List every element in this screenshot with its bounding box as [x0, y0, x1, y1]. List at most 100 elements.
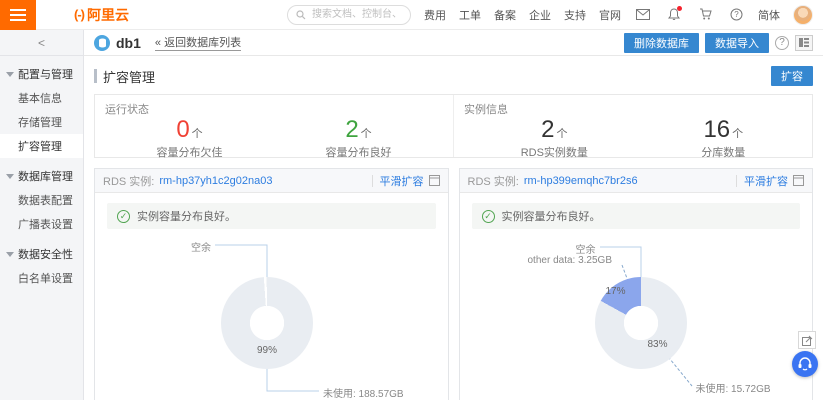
stat-label: 分库数量: [701, 144, 745, 160]
title-row: 扩容管理 扩容: [94, 66, 813, 86]
avatar[interactable]: [793, 5, 813, 25]
instance-label: RDS 实例:: [103, 173, 154, 189]
label-unused: 未使用: 15.72GB: [696, 380, 771, 395]
nav-enterprise[interactable]: 企业: [529, 7, 551, 23]
card-header: RDS 实例: rm-hp399emqhc7br2s6 平滑扩容: [460, 169, 813, 193]
caret-down-icon: [6, 174, 14, 179]
rds-instance-card-1: RDS 实例: rm-hp37yh1c2g02na03 平滑扩容 ✓ 实例容量分…: [94, 168, 449, 400]
sidebar-section-database-header[interactable]: 数据库管理: [0, 164, 83, 188]
label-free: 空余: [191, 239, 211, 254]
page-body: 扩容管理 扩容 运行状态 0个 容量分布欠佳 2个 容量分布良好: [84, 56, 823, 400]
title-accent-bar: [94, 69, 97, 83]
stat-capacity-poor: 0个 容量分布欠佳: [157, 117, 223, 160]
chevron-left-icon: <: [38, 36, 45, 50]
sidebar-item-storage-mgmt[interactable]: 存储管理: [0, 110, 83, 134]
db-header: db1 « 返回数据库列表 删除数据库 数据导入 ?: [84, 30, 823, 56]
instance-id-link[interactable]: rm-hp37yh1c2g02na03: [159, 175, 272, 187]
card-header: RDS 实例: rm-hp37yh1c2g02na03 平滑扩容: [95, 169, 448, 193]
hamburger-menu-icon[interactable]: [0, 0, 36, 30]
app-window: (-) 阿里云 费用 工单 备案 企业 支持 官网: [0, 0, 823, 400]
instance-id-link[interactable]: rm-hp399emqhc7br2s6: [524, 175, 638, 187]
status-alert: ✓ 实例容量分布良好。: [107, 203, 436, 229]
data-import-button[interactable]: 数据导入: [705, 33, 769, 53]
status-alert: ✓ 实例容量分布良好。: [472, 203, 801, 229]
search-box[interactable]: [287, 5, 411, 25]
divider: [372, 175, 373, 187]
stat-unit: 个: [732, 128, 743, 140]
expand-window-icon[interactable]: [429, 175, 440, 186]
nav-website[interactable]: 官网: [599, 7, 621, 23]
sidebar-item-basic-info[interactable]: 基本信息: [0, 86, 83, 110]
cart-icon[interactable]: [696, 6, 714, 24]
stat-unit: 个: [192, 128, 203, 140]
expand-capacity-button[interactable]: 扩容: [771, 66, 813, 86]
sidebar-section-security-header[interactable]: 数据安全性: [0, 242, 83, 266]
db-actions: 删除数据库 数据导入 ?: [624, 33, 813, 53]
sidebar-section-label: 数据库管理: [18, 168, 73, 184]
rds-instance-card-2: RDS 实例: rm-hp399emqhc7br2s6 平滑扩容 ✓ 实例容量分…: [459, 168, 814, 400]
delete-database-button[interactable]: 删除数据库: [624, 33, 699, 53]
nav-billing[interactable]: 费用: [424, 7, 446, 23]
stat-capacity-good: 2个 容量分布良好: [326, 117, 392, 160]
instance-info-title: 实例信息: [464, 101, 802, 117]
headset-icon: [797, 357, 813, 371]
check-circle-icon: ✓: [482, 210, 495, 223]
smooth-expand-link[interactable]: 平滑扩容: [380, 173, 424, 189]
notification-dot: [677, 6, 682, 11]
sidebar-collapse-button[interactable]: <: [0, 30, 83, 56]
stat-value: 0: [176, 116, 189, 143]
label-free: 空余: [576, 241, 596, 256]
sidebar: < 配置与管理 基本信息 存储管理 扩容管理 数据库管理 数据表配置 广播表设置…: [0, 30, 84, 400]
capacity-donut-chart-2: 空余 other data: 3.25GB 17% 83% 未使用: 15.72…: [460, 231, 813, 400]
main-area: db1 « 返回数据库列表 删除数据库 数据导入 ? 扩容管理 扩容: [84, 30, 823, 400]
sidebar-section-config: 配置与管理 基本信息 存储管理 扩容管理: [0, 62, 83, 158]
capacity-donut-chart-1: 空余 99% 未使用: 188.57GB: [95, 231, 448, 400]
stats-panel: 运行状态 0个 容量分布欠佳 2个 容量分布良好 实例信息: [94, 94, 813, 158]
alert-text: 实例容量分布良好。: [137, 208, 236, 224]
stat-label: RDS实例数量: [521, 144, 588, 160]
sidebar-section-security: 数据安全性 白名单设置: [0, 242, 83, 290]
nav-tickets[interactable]: 工单: [459, 7, 481, 23]
nav-support[interactable]: 支持: [564, 7, 586, 23]
page-db-title: db1: [116, 35, 141, 51]
label-percent-main: 83%: [648, 339, 668, 350]
sidebar-item-whitelist[interactable]: 白名单设置: [0, 266, 83, 290]
sidebar-item-broadcast-table[interactable]: 广播表设置: [0, 212, 83, 236]
language-selector[interactable]: 简体: [758, 7, 780, 23]
search-input[interactable]: [310, 8, 402, 21]
label-unused: 未使用: 188.57GB: [323, 385, 404, 400]
check-circle-icon: ✓: [117, 210, 130, 223]
logo-text: 阿里云: [87, 5, 129, 25]
mail-icon[interactable]: [634, 6, 652, 24]
nav-icp[interactable]: 备案: [494, 7, 516, 23]
back-to-db-list-link[interactable]: « 返回数据库列表: [155, 34, 241, 51]
sidebar-section-database: 数据库管理 数据表配置 广播表设置: [0, 164, 83, 236]
stat-unit: 个: [556, 128, 567, 140]
help-circle-icon[interactable]: ?: [775, 36, 789, 50]
caret-down-icon: [6, 252, 14, 257]
brand-logo[interactable]: (-) 阿里云: [74, 5, 129, 25]
sidebar-item-table-config[interactable]: 数据表配置: [0, 188, 83, 212]
help-icon[interactable]: ?: [727, 6, 745, 24]
label-other-data: other data: 3.25GB: [528, 255, 613, 266]
stat-rds-count: 2个 RDS实例数量: [521, 117, 588, 160]
customer-service-button[interactable]: [792, 351, 818, 377]
stat-shard-count: 16个 分库数量: [701, 117, 745, 160]
sidebar-section-config-header[interactable]: 配置与管理: [0, 62, 83, 86]
label-percent-used: 17%: [606, 286, 626, 297]
bell-icon[interactable]: [665, 6, 683, 24]
expand-window-icon[interactable]: [793, 175, 804, 186]
sidebar-item-scaleout-mgmt[interactable]: 扩容管理: [0, 134, 83, 158]
sidebar-section-label: 配置与管理: [18, 66, 73, 82]
stat-unit: 个: [361, 128, 372, 140]
feedback-widget-button[interactable]: [798, 331, 816, 349]
stat-label: 容量分布欠佳: [157, 144, 223, 160]
topbar: (-) 阿里云 费用 工单 备案 企业 支持 官网: [0, 0, 823, 30]
database-icon: [94, 35, 110, 51]
svg-text:?: ?: [734, 10, 739, 19]
feedback-pencil-icon: [802, 335, 813, 346]
page-title: 扩容管理: [103, 67, 155, 86]
smooth-expand-link[interactable]: 平滑扩容: [744, 173, 788, 189]
caret-down-icon: [6, 72, 14, 77]
panel-list-icon[interactable]: [795, 35, 813, 51]
